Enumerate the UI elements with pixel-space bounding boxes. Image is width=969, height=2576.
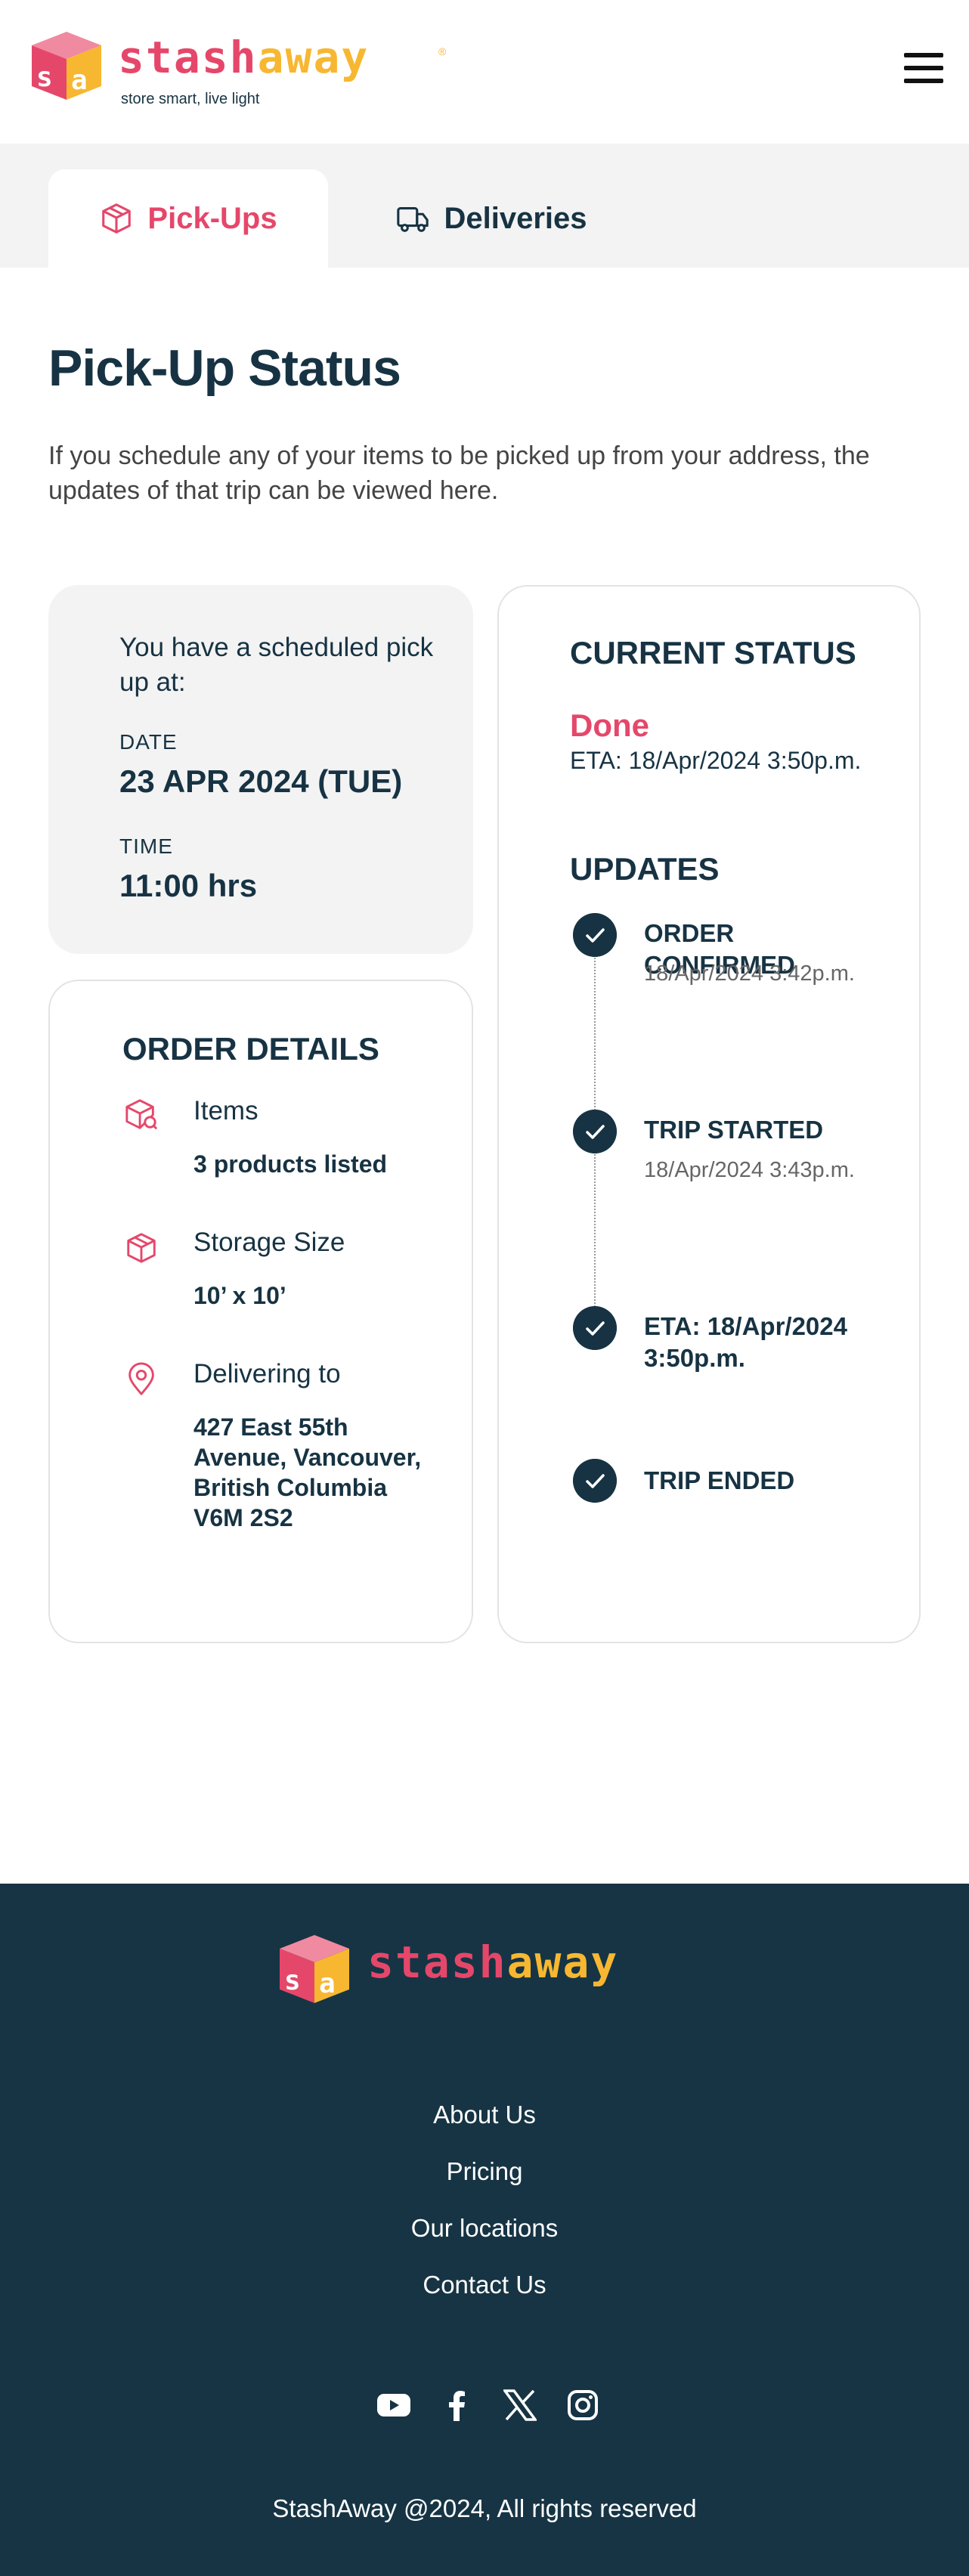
box-search-icon — [125, 1099, 158, 1130]
site-header: s a stashaway ® store smart, live light — [0, 0, 969, 144]
update-title: ETA: 18/Apr/2024 3:50p.m. — [644, 1312, 847, 1372]
tab-pick-ups[interactable]: Pick-Ups — [48, 169, 328, 268]
check-icon — [573, 1306, 617, 1350]
schedule-intro: You have a scheduled pick up at: — [119, 633, 434, 697]
brand-tagline: store smart, live light — [121, 91, 260, 107]
site-footer: s a stashaway About Us Pricing Our locat… — [0, 1884, 969, 2576]
box-icon — [102, 203, 132, 234]
footer-brand-logo[interactable]: s a stashaway — [277, 1932, 700, 2008]
youtube-icon[interactable] — [375, 2386, 413, 2424]
location-pin-icon — [128, 1362, 154, 1395]
current-status-card: CURRENT STATUS Done ETA: 18/Apr/2024 3:5… — [497, 585, 921, 1643]
check-icon — [573, 1459, 617, 1503]
status-value: Done — [570, 707, 649, 743]
check-icon — [573, 913, 617, 957]
social-links — [375, 2382, 602, 2428]
delivering-to-label: Delivering to — [193, 1359, 341, 1389]
items-value: 3 products listed — [193, 1150, 388, 1178]
tab-deliveries[interactable]: Deliveries — [378, 169, 605, 268]
tabs-bar: Pick-Ups Deliveries — [0, 144, 969, 268]
footer-link-contact-us[interactable]: Contact Us — [0, 2256, 969, 2313]
page-description: If you schedule any of your items to be … — [48, 441, 870, 505]
tab-label: Pick-Ups — [147, 201, 277, 235]
tab-label: Deliveries — [444, 201, 587, 235]
instagram-icon[interactable] — [564, 2386, 602, 2424]
logo-cube-icon: s a — [32, 32, 101, 100]
logo-cube-icon: s a — [280, 1935, 349, 2003]
svg-text:a: a — [71, 65, 88, 96]
current-status-heading: CURRENT STATUS — [570, 635, 856, 670]
update-title: TRIP STARTED — [644, 1116, 824, 1144]
hamburger-menu-icon[interactable] — [904, 53, 946, 86]
status-eta: ETA: 18/Apr/2024 3:50p.m. — [570, 747, 862, 774]
footer-brand-wordmark: stashaway — [367, 1937, 619, 1988]
updates-heading: UPDATES — [570, 851, 720, 887]
delivering-to-value: 427 East 55th Avenue, Vancouver, British… — [193, 1413, 422, 1531]
date-value: 23 APR 2024 (TUE) — [119, 763, 403, 799]
svg-text:s: s — [284, 1965, 301, 1996]
storage-size-label: Storage Size — [193, 1228, 345, 1257]
footer-links: About Us Pricing Our locations Contact U… — [0, 2086, 969, 2313]
truck-icon — [397, 207, 429, 232]
storage-size-value: 10’ x 10’ — [193, 1282, 286, 1309]
footer-link-about-us[interactable]: About Us — [0, 2086, 969, 2143]
copyright-text: StashAway @2024, All rights reserved — [272, 2494, 697, 2522]
brand-wordmark: stashaway — [118, 32, 370, 83]
update-time: 18/Apr/2024 3:43p.m. — [644, 1158, 855, 1182]
time-value: 11:00 hrs — [119, 868, 258, 903]
date-label: DATE — [119, 730, 178, 754]
svg-text:s: s — [36, 62, 53, 93]
footer-link-our-locations[interactable]: Our locations — [0, 2200, 969, 2256]
facebook-icon[interactable] — [438, 2386, 475, 2424]
footer-link-pricing[interactable]: Pricing — [0, 2143, 969, 2200]
order-details-heading: ORDER DETAILS — [122, 1031, 379, 1067]
registered-mark: ® — [438, 45, 447, 57]
items-label: Items — [193, 1096, 259, 1125]
page-title: Pick-Up Status — [48, 339, 401, 397]
schedule-card: You have a scheduled pick up at: DATE 23… — [48, 585, 473, 954]
check-icon — [573, 1110, 617, 1153]
order-details-card: ORDER DETAILS Items 3 products listed St… — [48, 980, 473, 1643]
brand-logo[interactable]: s a stashaway ® store smart, live light — [29, 29, 452, 112]
update-time: 18/Apr/2024 3:42p.m. — [644, 961, 855, 986]
time-label: TIME — [119, 834, 173, 858]
box-icon — [127, 1233, 156, 1263]
update-title: TRIP ENDED — [644, 1466, 795, 1494]
x-icon[interactable] — [501, 2386, 539, 2424]
svg-text:a: a — [319, 1968, 336, 1999]
